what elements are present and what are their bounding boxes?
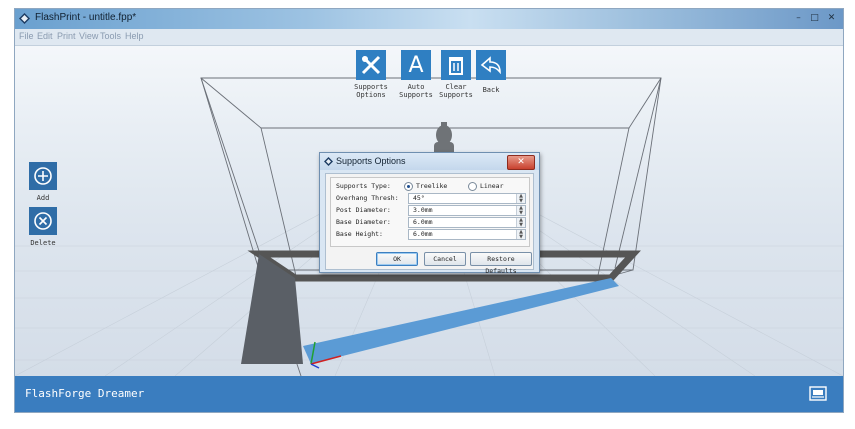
add-label: Add <box>36 194 50 202</box>
x-circle-icon <box>29 207 57 235</box>
printer-name: FlashForge Dreamer <box>25 387 145 400</box>
overhang-value: 45° <box>413 194 425 202</box>
menu-view[interactable]: View <box>79 31 98 41</box>
plus-circle-icon <box>29 162 57 190</box>
base-height-label: Base Height: <box>336 230 383 238</box>
dialog-title-bar: Supports Options ✕ <box>320 153 539 170</box>
menu-help[interactable]: Help <box>125 31 144 41</box>
overhang-label: Overhang Thresh: <box>336 194 399 202</box>
menu-edit[interactable]: Edit <box>37 31 53 41</box>
wrench-screwdriver-icon <box>356 50 386 80</box>
spin-arrows-icon[interactable]: ▲ ▼ <box>516 206 525 215</box>
supports-type-label: Supports Type: <box>336 182 391 190</box>
supports-settings-group: Supports Type: Treelike Linear Overhang … <box>330 177 530 247</box>
back-tool[interactable]: Back <box>471 50 511 94</box>
flashprint-logo-icon <box>324 157 333 166</box>
add-tool[interactable]: Add <box>25 162 61 202</box>
post-diameter-spinbox[interactable]: 3.0mm ▲ ▼ <box>408 205 526 216</box>
linear-label[interactable]: Linear <box>480 182 503 190</box>
menu-bar: File Edit Print View Tools Help <box>15 29 843 46</box>
app-window: FlashPrint - untitle.fpp* – □ ✕ File Edi… <box>14 8 844 413</box>
window-title: FlashPrint - untitle.fpp* <box>35 12 137 23</box>
cancel-button[interactable]: Cancel <box>424 252 466 266</box>
base-diameter-spinbox[interactable]: 6.0mm ▲ ▼ <box>408 217 526 228</box>
spin-arrows-icon[interactable]: ▲ ▼ <box>516 218 525 227</box>
base-diameter-value: 6.0mm <box>413 218 433 226</box>
menu-print[interactable]: Print <box>57 31 76 41</box>
treelike-radio[interactable] <box>404 182 413 191</box>
linear-radio[interactable] <box>468 182 477 191</box>
dialog-body: Supports Type: Treelike Linear Overhang … <box>325 173 534 275</box>
supports-options-label: Supports Options <box>354 83 388 99</box>
post-diameter-label: Post Diameter: <box>336 206 391 214</box>
close-window-button[interactable]: ✕ <box>825 12 838 24</box>
flashprint-logo-icon <box>19 13 30 24</box>
trash-icon <box>441 50 471 80</box>
spin-arrows-icon[interactable]: ▲ ▼ <box>516 230 525 239</box>
printer-connection-icon[interactable] <box>809 386 827 401</box>
base-diameter-label: Base Diameter: <box>336 218 391 226</box>
dialog-close-button[interactable]: ✕ <box>507 155 535 170</box>
overhang-spinbox[interactable]: 45° ▲ ▼ <box>408 193 526 204</box>
delete-tool[interactable]: Delete <box>25 207 61 247</box>
ok-button[interactable]: OK <box>376 252 418 266</box>
minimize-button[interactable]: – <box>792 12 805 24</box>
back-arrow-icon <box>476 50 506 80</box>
base-height-value: 6.0mm <box>413 230 433 238</box>
supports-options-tool[interactable]: Supports Options <box>345 50 397 99</box>
dialog-title: Supports Options <box>336 156 406 166</box>
restore-defaults-button[interactable]: Restore Defaults <box>470 252 532 275</box>
base-height-spinbox[interactable]: 6.0mm ▲ ▼ <box>408 229 526 240</box>
back-label: Back <box>482 86 500 94</box>
delete-label: Delete <box>30 239 56 247</box>
spin-arrows-icon[interactable]: ▲ ▼ <box>516 194 525 203</box>
maximize-button[interactable]: □ <box>808 12 821 24</box>
menu-file[interactable]: File <box>19 31 34 41</box>
post-diameter-value: 3.0mm <box>413 206 433 214</box>
menu-tools[interactable]: Tools <box>100 31 121 41</box>
supports-options-dialog: Supports Options ✕ Supports Type: Treeli… <box>319 152 540 275</box>
letter-a-icon: A <box>401 50 431 80</box>
status-bar: FlashForge Dreamer <box>15 376 843 412</box>
title-bar: FlashPrint - untitle.fpp* – □ ✕ <box>15 9 843 29</box>
treelike-label[interactable]: Treelike <box>416 182 447 190</box>
